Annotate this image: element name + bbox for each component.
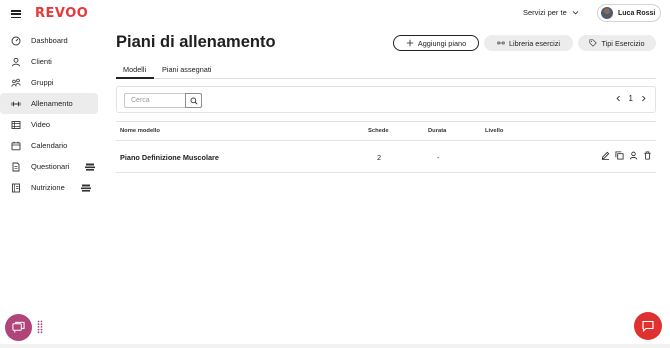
top-bar: REVOO Servizi per te Luca Rossi [0, 0, 670, 28]
page-number: 1 [628, 94, 633, 103]
sidebar-item-calendario[interactable]: Calendario [0, 135, 98, 156]
chevron-left-icon[interactable] [615, 95, 622, 102]
assign-user-icon[interactable] [629, 151, 638, 160]
row-name[interactable]: Piano Definizione Muscolare [120, 153, 219, 162]
user-name: Luca Rossi [618, 9, 656, 17]
edit-icon[interactable] [601, 151, 610, 160]
row-schede: 2 [377, 153, 382, 162]
exercise-library-label: Libreria esercizi [508, 38, 561, 48]
search-button[interactable] [185, 93, 202, 108]
sidebar-item-label: Questionari [31, 162, 70, 171]
column-header-livello[interactable]: Livello [485, 128, 503, 134]
message-icon [642, 320, 654, 332]
column-header-schede[interactable]: Schede [368, 128, 389, 134]
sidebar-item-nutrizione[interactable]: Nutrizione [0, 177, 98, 198]
avatar [601, 7, 613, 19]
stack-icon [85, 163, 96, 171]
sidebar-item-video[interactable]: Video [0, 114, 98, 135]
sidebar-item-gruppi[interactable]: Gruppi [0, 72, 98, 93]
row-actions [601, 151, 652, 160]
table-header: Nome modello Schede Durata Livello [116, 121, 656, 141]
add-plan-label: Aggiungi piano [417, 38, 467, 48]
exercise-types-label: Tipi Esercizio [601, 38, 645, 48]
sidebar: Dashboard Clienti Gruppi Allenamento Vid… [0, 30, 104, 198]
exercise-library-button[interactable]: Libreria esercizi [484, 35, 573, 51]
row-durata: - [437, 153, 440, 162]
sidebar-item-label: Video [31, 120, 51, 129]
tab-modelli[interactable]: Modelli [123, 65, 146, 74]
user-menu-button[interactable]: Luca Rossi [597, 4, 661, 22]
sidebar-item-label: Dashboard [31, 36, 68, 45]
copy-icon[interactable] [615, 151, 624, 160]
search-toolbar: 1 [116, 86, 656, 113]
column-header-durata[interactable]: Durata [428, 128, 446, 134]
menu-icon[interactable] [11, 10, 21, 19]
search-input[interactable] [124, 93, 186, 108]
stack-icon [80, 184, 91, 192]
column-header-name[interactable]: Nome modello [120, 128, 160, 134]
support-chat-button[interactable] [634, 312, 662, 340]
sidebar-item-clienti[interactable]: Clienti [0, 51, 98, 72]
page-title: Piani di allenamento [116, 33, 276, 51]
dumbbell-icon [497, 41, 505, 45]
trash-icon[interactable] [643, 151, 652, 160]
services-dropdown[interactable]: Servizi per te [523, 8, 579, 17]
sidebar-item-label: Clienti [31, 57, 52, 66]
add-plan-button[interactable]: Aggiungi piano [393, 35, 479, 51]
sidebar-item-allenamento[interactable]: Allenamento [0, 93, 98, 114]
user-icon [12, 57, 20, 66]
document-icon [12, 162, 20, 171]
group-icon [11, 78, 21, 87]
services-label: Servizi per te [523, 8, 567, 17]
tab-bar: Modelli Piani assegnati [116, 62, 656, 79]
active-tab-indicator [116, 77, 154, 79]
gauge-icon [11, 36, 21, 45]
calendar-icon [11, 141, 21, 150]
chevron-down-icon [572, 11, 579, 15]
sidebar-item-label: Calendario [31, 141, 68, 150]
chat-icon [12, 321, 25, 333]
film-icon [11, 120, 21, 129]
bottom-edge [0, 344, 670, 348]
drag-handle-icon[interactable] [37, 320, 43, 334]
tab-piani-assegnati[interactable]: Piani assegnati [162, 65, 212, 74]
notebook-icon [12, 183, 20, 192]
plus-icon [406, 39, 414, 47]
tag-icon [589, 39, 598, 47]
sidebar-item-label: Nutrizione [31, 183, 65, 192]
pagination: 1 [615, 94, 647, 103]
sidebar-item-label: Allenamento [31, 99, 73, 108]
plans-table: Nome modello Schede Durata Livello Piano… [116, 121, 656, 173]
chat-button[interactable] [5, 314, 32, 341]
dumbbell-icon [11, 101, 21, 106]
app-logo[interactable]: REVOO [35, 6, 88, 21]
exercise-types-button[interactable]: Tipi Esercizio [578, 35, 656, 51]
search-icon [190, 97, 198, 105]
sidebar-item-questionari[interactable]: Questionari [0, 156, 98, 177]
sidebar-item-label: Gruppi [31, 78, 54, 87]
table-row[interactable]: Piano Definizione Muscolare 2 - [116, 141, 656, 173]
chevron-right-icon[interactable] [640, 95, 647, 102]
sidebar-item-dashboard[interactable]: Dashboard [0, 30, 98, 51]
